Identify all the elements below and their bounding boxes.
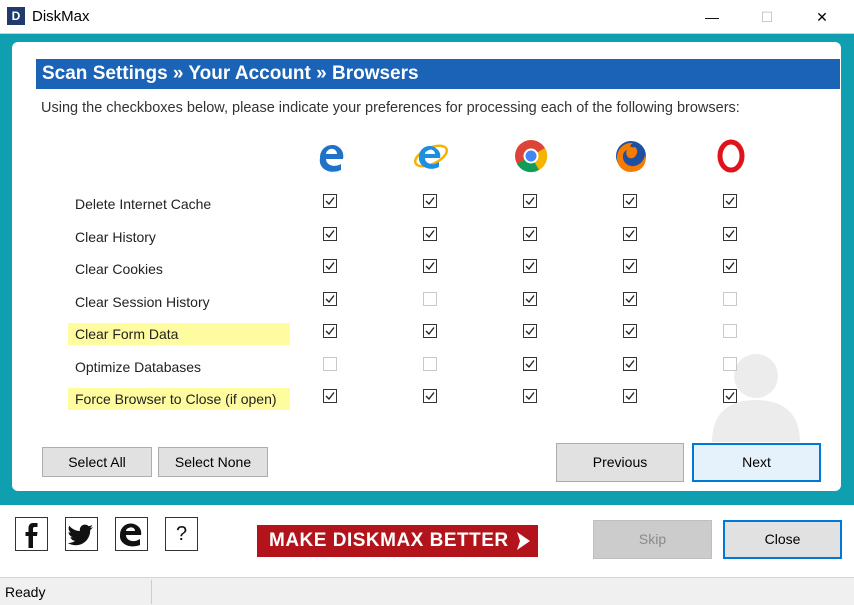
checkbox-firefox[interactable] xyxy=(623,324,637,338)
checkbox-firefox[interactable] xyxy=(623,259,637,273)
status-separator xyxy=(151,580,152,604)
option-optimize-databases: Optimize Databases xyxy=(75,359,202,375)
app-logo: D xyxy=(7,7,25,25)
main-panel: Scan Settings » Your Account » Browsers … xyxy=(12,42,841,491)
checkbox-opera[interactable] xyxy=(723,194,737,208)
status-text: Ready xyxy=(5,584,46,600)
firefox-icon xyxy=(613,138,649,174)
web-icon[interactable] xyxy=(115,517,148,551)
checkbox-opera[interactable] xyxy=(723,357,737,371)
checkbox-chrome[interactable] xyxy=(523,389,537,403)
checkbox-chrome[interactable] xyxy=(523,357,537,371)
checkbox-ie[interactable] xyxy=(423,292,437,306)
checkbox-opera[interactable] xyxy=(723,389,737,403)
title-bar: D DiskMax — ☐ ✕ xyxy=(0,0,854,34)
checkbox-edge[interactable] xyxy=(323,194,337,208)
checkbox-ie[interactable] xyxy=(423,259,437,273)
close-button[interactable]: Close xyxy=(723,520,842,559)
instructions-text: Using the checkboxes below, please indic… xyxy=(41,100,740,116)
checkbox-firefox[interactable] xyxy=(623,194,637,208)
previous-button[interactable]: Previous xyxy=(556,443,684,482)
checkbox-ie[interactable] xyxy=(423,194,437,208)
checkbox-ie[interactable] xyxy=(423,357,437,371)
internet-explorer-icon xyxy=(413,138,449,174)
page-title: Scan Settings » Your Account » Browsers xyxy=(36,59,840,89)
checkbox-opera[interactable] xyxy=(723,324,737,338)
checkbox-chrome[interactable] xyxy=(523,259,537,273)
option-clear-session-history: Clear Session History xyxy=(75,294,210,310)
minimize-button[interactable]: — xyxy=(689,0,735,34)
checkbox-edge[interactable] xyxy=(323,227,337,241)
checkbox-edge[interactable] xyxy=(323,259,337,273)
chrome-icon xyxy=(513,138,549,174)
checkbox-edge[interactable] xyxy=(323,324,337,338)
status-bar: Ready xyxy=(0,577,854,605)
checkbox-opera[interactable] xyxy=(723,292,737,306)
help-icon[interactable]: ? xyxy=(165,517,198,551)
checkbox-ie[interactable] xyxy=(423,389,437,403)
checkbox-ie[interactable] xyxy=(423,324,437,338)
checkbox-firefox[interactable] xyxy=(623,357,637,371)
edge-icon xyxy=(313,138,349,174)
checkbox-chrome[interactable] xyxy=(523,292,537,306)
checkbox-edge[interactable] xyxy=(323,389,337,403)
checkbox-opera[interactable] xyxy=(723,227,737,241)
checkbox-firefox[interactable] xyxy=(623,227,637,241)
promo-text: MAKE DISKMAX BETTER xyxy=(269,530,509,551)
facebook-icon[interactable] xyxy=(15,517,48,551)
checkbox-edge[interactable] xyxy=(323,292,337,306)
select-none-button[interactable]: Select None xyxy=(158,447,268,477)
select-all-button[interactable]: Select All xyxy=(42,447,152,477)
checkbox-edge[interactable] xyxy=(323,357,337,371)
skip-button[interactable]: Skip xyxy=(593,520,712,559)
opera-icon xyxy=(713,138,749,174)
checkbox-chrome[interactable] xyxy=(523,194,537,208)
window-title: DiskMax xyxy=(32,8,90,25)
checkbox-ie[interactable] xyxy=(423,227,437,241)
option-clear-form-data: Clear Form Data xyxy=(68,323,290,345)
twitter-icon[interactable] xyxy=(65,517,98,551)
maximize-button[interactable]: ☐ xyxy=(744,0,790,34)
next-button[interactable]: Next xyxy=(692,443,821,482)
checkbox-chrome[interactable] xyxy=(523,227,537,241)
promo-banner[interactable]: MAKE DISKMAX BETTER xyxy=(257,525,538,557)
chevron-right-icon xyxy=(517,532,530,550)
option-clear-history: Clear History xyxy=(75,229,156,245)
checkbox-firefox[interactable] xyxy=(623,389,637,403)
option-delete-internet-cache: Delete Internet Cache xyxy=(75,196,212,212)
close-window-button[interactable]: ✕ xyxy=(799,0,845,34)
checkbox-chrome[interactable] xyxy=(523,324,537,338)
checkbox-firefox[interactable] xyxy=(623,292,637,306)
checkbox-opera[interactable] xyxy=(723,259,737,273)
option-force-browser-close: Force Browser to Close (if open) xyxy=(68,388,290,410)
option-clear-cookies: Clear Cookies xyxy=(75,261,163,277)
